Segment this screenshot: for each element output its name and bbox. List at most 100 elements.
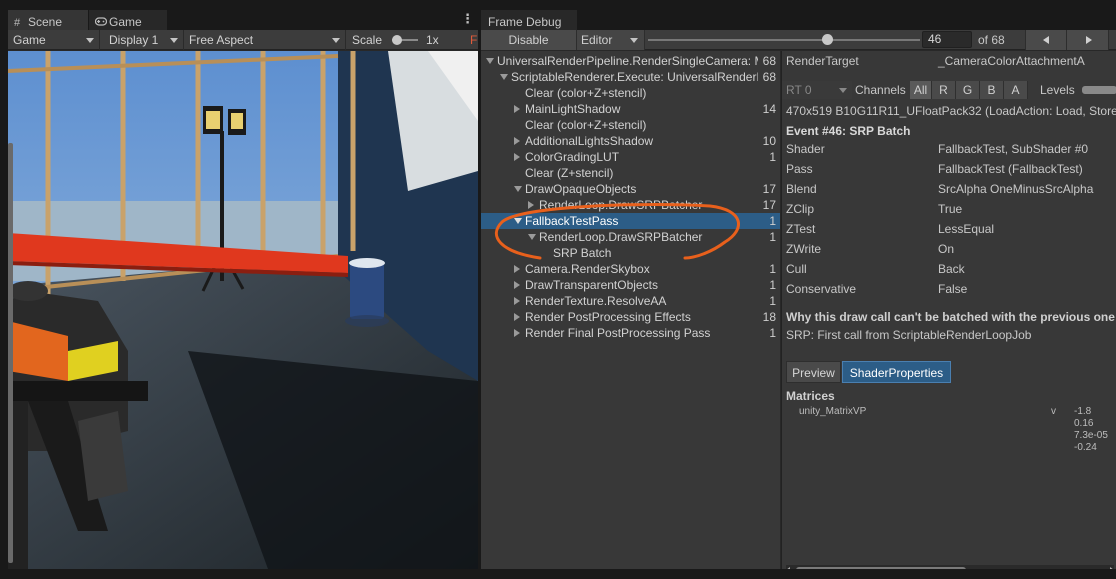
aspect-dropdown[interactable]: Free Aspect <box>184 30 346 50</box>
tree-row-label: Clear (color+Z+stencil) <box>525 118 647 132</box>
tree-row[interactable]: UniversalRenderPipeline.RenderSingleCame… <box>481 53 780 69</box>
tab-game[interactable]: Game <box>89 10 167 30</box>
scale-slider-handle[interactable] <box>392 35 402 45</box>
event-index-field[interactable]: 46 <box>922 31 972 48</box>
collapsed-arrow-icon[interactable] <box>514 313 520 321</box>
property-key: Shader <box>786 142 825 156</box>
channel-all-toggle[interactable]: All <box>910 81 932 99</box>
property-key: Blend <box>786 182 817 196</box>
annotation-circle <box>495 203 740 260</box>
matrices-label: Matrices <box>786 389 835 403</box>
tab-shader-properties[interactable]: ShaderProperties <box>842 361 951 383</box>
game-mode-dropdown[interactable]: Game <box>8 30 100 50</box>
tree-row-label: MainLightShadow <box>525 102 621 116</box>
tree-row[interactable]: RenderTexture.ResolveAA 1 <box>481 293 780 309</box>
next-event-button[interactable] <box>1067 30 1109 50</box>
levels-label: Levels <box>1040 83 1075 97</box>
levels-slider[interactable] <box>1082 86 1116 94</box>
tree-row-count: 1 <box>769 230 776 244</box>
expanded-arrow-icon[interactable] <box>514 186 522 192</box>
tree-row[interactable]: DrawTransparentObjects 1 <box>481 277 780 293</box>
collapsed-arrow-icon[interactable] <box>514 281 520 289</box>
frame-rate-toggle-partial[interactable]: F <box>470 30 477 50</box>
rt-format-line: 470x519 B10G11R11_UFloatPack32 (LoadActi… <box>786 104 1116 118</box>
matrix-value: -0.24 <box>1074 442 1097 453</box>
tab-scene[interactable]: # Scene <box>8 10 88 30</box>
chevron-down-icon <box>170 38 178 43</box>
collapsed-arrow-icon[interactable] <box>514 137 520 145</box>
chevron-right-icon <box>1086 36 1092 44</box>
expanded-arrow-icon[interactable] <box>486 58 494 64</box>
tab-frame-debug-label: Frame Debug <box>488 15 562 29</box>
tree-row[interactable]: ScriptableRenderer.Execute: UniversalRen… <box>481 69 780 85</box>
tab-scene-label: Scene <box>28 15 63 29</box>
event-slider-handle[interactable] <box>822 34 833 45</box>
tree-row-count: 17 <box>762 198 776 212</box>
channels-label: Channels <box>855 83 906 97</box>
matrix-scope: v <box>1051 406 1056 417</box>
frame-debug-panel: Frame Debug Disable Editor 46 of 68 Univ… <box>481 9 1116 579</box>
tree-row-label: Clear (color+Z+stencil) <box>525 86 647 100</box>
game-mode-label: Game <box>13 33 46 47</box>
game-view-menu-icon[interactable]: ⋮ <box>461 11 474 27</box>
collapsed-arrow-icon[interactable] <box>514 153 520 161</box>
collapsed-arrow-icon[interactable] <box>514 297 520 305</box>
tree-row[interactable]: Render Final PostProcessing Pass 1 <box>481 325 780 341</box>
batch-reason: SRP: First call from ScriptableRenderLoo… <box>786 328 1032 342</box>
tree-row-label: ScriptableRenderer.Execute: UniversalRen… <box>511 70 758 84</box>
tree-row[interactable]: DrawOpaqueObjects 17 <box>481 181 780 197</box>
expanded-arrow-icon[interactable] <box>500 74 508 80</box>
tree-row-label: Render Final PostProcessing Pass <box>525 326 711 340</box>
render-target-value: _CameraColorAttachmentA <box>938 54 1085 68</box>
viewport-scrollbar[interactable] <box>8 143 13 563</box>
chevron-down-icon <box>332 38 340 43</box>
chevron-down-icon <box>86 38 94 43</box>
collapsed-arrow-icon[interactable] <box>514 329 520 337</box>
event-title: Event #46: SRP Batch <box>786 124 911 138</box>
tree-row-count: 1 <box>769 214 776 228</box>
channel-g-toggle[interactable]: G <box>956 81 980 99</box>
prev-event-button[interactable] <box>1025 30 1067 50</box>
matrix-value: 7.3e-05 <box>1074 430 1108 441</box>
tree-row[interactable]: ColorGradingLUT 1 <box>481 149 780 165</box>
tab-frame-debug[interactable]: Frame Debug <box>481 10 577 30</box>
tree-row[interactable]: Clear (color+Z+stencil) <box>481 85 780 101</box>
tree-row-count: 14 <box>762 102 776 116</box>
game-scene-render <box>8 51 478 569</box>
tree-row-count: 1 <box>769 278 776 292</box>
collapsed-arrow-icon[interactable] <box>514 105 520 113</box>
matrix-value: -1.8 <box>1074 406 1092 417</box>
frame-debug-tabbar: Frame Debug <box>481 9 1116 30</box>
tree-row[interactable]: Clear (color+Z+stencil) <box>481 117 780 133</box>
display-dropdown[interactable]: Display 1 <box>104 30 184 50</box>
property-value: False <box>938 282 968 296</box>
tree-row[interactable]: MainLightShadow 14 <box>481 101 780 117</box>
tree-row-label: ColorGradingLUT <box>525 150 620 164</box>
channel-a-toggle[interactable]: A <box>1004 81 1028 99</box>
tree-row-count: 1 <box>769 150 776 164</box>
tree-row[interactable]: AdditionalLightsShadow 10 <box>481 133 780 149</box>
event-slider[interactable] <box>648 39 920 41</box>
property-value: Back <box>938 262 965 276</box>
tab-preview[interactable]: Preview <box>786 361 841 383</box>
tree-row[interactable]: Clear (Z+stencil) <box>481 165 780 181</box>
game-viewport[interactable] <box>8 51 478 569</box>
batch-reason-title: Why this draw call can't be batched with… <box>786 310 1115 324</box>
rt-dropdown[interactable]: RT 0 <box>782 81 852 99</box>
aspect-label: Free Aspect <box>189 33 254 47</box>
channel-b-toggle[interactable]: B <box>980 81 1004 99</box>
property-key: ZWrite <box>786 242 822 256</box>
property-value: True <box>938 202 963 216</box>
matrix-values: -1.8 0.16 7.3e-05 -0.24 <box>1074 406 1116 454</box>
tree-row[interactable]: Render PostProcessing Effects 18 <box>481 309 780 325</box>
property-key: Conservative <box>786 282 857 296</box>
tree-row-count: 68 <box>762 54 776 68</box>
target-dropdown[interactable]: Editor <box>577 30 645 50</box>
tree-row-count: 1 <box>769 326 776 340</box>
frame-debug-toolbar: Disable Editor 46 of 68 <box>481 30 1116 50</box>
channel-r-toggle[interactable]: R <box>932 81 956 99</box>
property-value: LessEqual <box>938 222 995 236</box>
tree-row-count: 1 <box>769 262 776 276</box>
tree-row-count: 1 <box>769 294 776 308</box>
disable-button[interactable]: Disable <box>481 30 577 50</box>
